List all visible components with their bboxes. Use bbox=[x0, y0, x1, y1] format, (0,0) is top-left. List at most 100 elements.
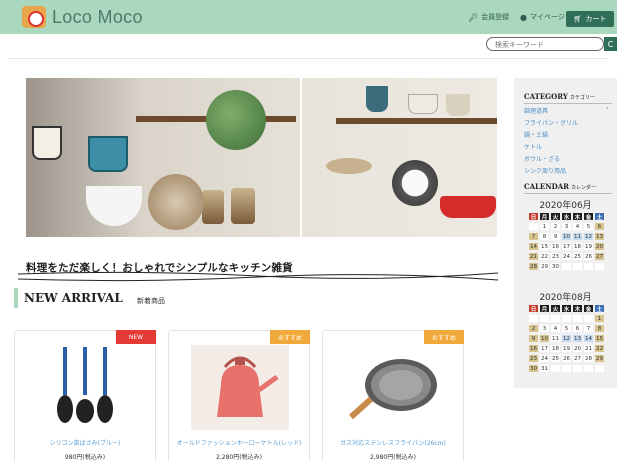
product-card[interactable]: おすすめ ガス対応ステンレスフライパン(26cm) 2,980円(税込み) bbox=[322, 330, 464, 461]
product-name[interactable]: シリコン菜ばさみ(ブルー) bbox=[15, 438, 155, 447]
calendar-day: 13 bbox=[572, 334, 583, 343]
mypage-link[interactable]: ● マイページ bbox=[520, 12, 565, 22]
calendar-day: 1 bbox=[594, 314, 605, 323]
product-price: 2,280円(税込み) bbox=[216, 454, 262, 461]
frying-pan-icon bbox=[348, 359, 437, 420]
register-link-label: 会員登録 bbox=[481, 13, 510, 21]
category-item[interactable]: 調理道具 bbox=[524, 106, 548, 115]
user-icon: ● bbox=[520, 12, 527, 22]
header-divider bbox=[8, 58, 608, 59]
calendar-day bbox=[583, 314, 594, 323]
product-name[interactable]: オールドファッションホーローケトル(レッド) bbox=[169, 438, 309, 447]
calendar-day: 19 bbox=[561, 344, 572, 353]
calendar-weekday: 木 bbox=[572, 304, 583, 313]
ladle-set-icon bbox=[57, 347, 113, 423]
category-heading: CATEGORY カテゴリー bbox=[524, 92, 595, 101]
calendar-month-label: 2020年06月 bbox=[539, 201, 592, 211]
new-arrival-subtitle: 新着商品 bbox=[137, 297, 165, 305]
calendar-subtitle: カレンダー bbox=[570, 185, 596, 191]
calendar-day: 25 bbox=[572, 252, 583, 261]
calendar-day bbox=[572, 314, 583, 323]
search-input[interactable]: 検索キーワード bbox=[486, 37, 604, 51]
calendar-day bbox=[572, 262, 583, 271]
product-card[interactable]: おすすめ オールドファッションホーローケトル(レッド) 2,280円(税込み) bbox=[168, 330, 310, 461]
calendar-day: 23 bbox=[550, 252, 561, 261]
enamel-kettle-icon bbox=[191, 345, 289, 430]
hero-banner bbox=[26, 78, 497, 237]
calendar-day: 12 bbox=[583, 232, 594, 241]
calendar-day: 28 bbox=[583, 354, 594, 363]
calendar-day: 2 bbox=[550, 222, 561, 231]
cart-icon: 🛒︎ bbox=[573, 15, 583, 23]
calendar-day: 18 bbox=[550, 344, 561, 353]
calendar-day bbox=[528, 314, 539, 323]
calendar-day: 16 bbox=[528, 344, 539, 353]
shelf-right bbox=[336, 118, 497, 124]
site-logo[interactable]: Loco Moco bbox=[22, 6, 143, 28]
product-name[interactable]: ガス対応ステンレスフライパン(26cm) bbox=[323, 438, 463, 447]
calendar-day: 30 bbox=[550, 262, 561, 271]
calendar-day: 17 bbox=[561, 242, 572, 251]
pot-icon bbox=[408, 94, 438, 114]
logo-mark-icon bbox=[22, 6, 46, 28]
plant-icon bbox=[206, 90, 266, 150]
product-card[interactable]: NEW シリコン菜ばさみ(ブルー) 980円(税込み) bbox=[14, 330, 156, 461]
calendar-day: 8 bbox=[594, 324, 605, 333]
search-button[interactable]: C bbox=[604, 37, 617, 51]
calendar-day: 18 bbox=[572, 242, 583, 251]
new-arrival-title: NEW ARRIVAL bbox=[24, 291, 123, 305]
category-item[interactable]: フライパン・グリル bbox=[524, 118, 578, 127]
category-subtitle: カテゴリー bbox=[569, 95, 595, 101]
calendar-day bbox=[528, 222, 539, 231]
chevron-right-icon: › bbox=[606, 104, 609, 112]
calendar-month-label: 2020年08月 bbox=[539, 293, 592, 303]
calendar-weekday: 土 bbox=[594, 304, 605, 313]
calendar-day bbox=[550, 314, 561, 323]
calendar-day: 31 bbox=[539, 364, 550, 373]
calendar-weekday: 月 bbox=[539, 304, 550, 313]
key-icon: 🔑︎ bbox=[468, 12, 479, 22]
category-item[interactable]: ボウル・ざる bbox=[524, 154, 560, 163]
category-item[interactable]: 鍋・土鍋 bbox=[524, 130, 548, 139]
calendar-day: 5 bbox=[583, 222, 594, 231]
calendar-weekday: 日 bbox=[528, 212, 539, 221]
search-placeholder: 検索キーワード bbox=[495, 41, 544, 49]
calendar-day: 20 bbox=[572, 344, 583, 353]
calendar-day bbox=[594, 364, 605, 373]
jar-icon bbox=[202, 190, 224, 224]
mug-teal-icon bbox=[88, 136, 128, 172]
scale-icon bbox=[326, 158, 372, 174]
calendar-day: 25 bbox=[550, 354, 561, 363]
section-accent-bar bbox=[14, 288, 18, 308]
calendar-day: 6 bbox=[572, 324, 583, 333]
basket-icon bbox=[148, 174, 204, 230]
category-item[interactable]: シンク周り用品 bbox=[524, 166, 566, 175]
calendar-day bbox=[539, 314, 550, 323]
calendar-weekday: 金 bbox=[583, 304, 594, 313]
calendar-day: 11 bbox=[572, 232, 583, 241]
calendar-weekday: 火 bbox=[550, 304, 561, 313]
calendar-day bbox=[561, 364, 572, 373]
recommend-badge: おすすめ bbox=[270, 330, 310, 344]
mypage-link-label: マイページ bbox=[529, 13, 565, 21]
calendar-day: 15 bbox=[594, 334, 605, 343]
calendar-day bbox=[572, 364, 583, 373]
product-price: 980円(税込み) bbox=[64, 454, 106, 461]
calendar-heading: CALENDAR カレンダー bbox=[524, 182, 596, 191]
calendar-day: 7 bbox=[583, 324, 594, 333]
cart-button[interactable]: 🛒︎ カート bbox=[566, 11, 614, 27]
cart-button-label: カート bbox=[585, 15, 607, 23]
calendar-day bbox=[550, 364, 561, 373]
recommend-badge: おすすめ bbox=[424, 330, 464, 344]
calendar-day: 24 bbox=[539, 354, 550, 363]
calendar-day bbox=[561, 314, 572, 323]
search-button-label: C bbox=[607, 39, 614, 49]
calendar-day: 24 bbox=[561, 252, 572, 261]
register-link[interactable]: 🔑︎ 会員登録 bbox=[468, 12, 509, 22]
category-item[interactable]: ケトル bbox=[524, 142, 542, 151]
calendar-weekday: 金 bbox=[583, 212, 594, 221]
calendar-day: 19 bbox=[583, 242, 594, 251]
calendar-weekday: 水 bbox=[561, 304, 572, 313]
calendar-day: 28 bbox=[528, 262, 539, 271]
calendar-weekday: 土 bbox=[594, 212, 605, 221]
